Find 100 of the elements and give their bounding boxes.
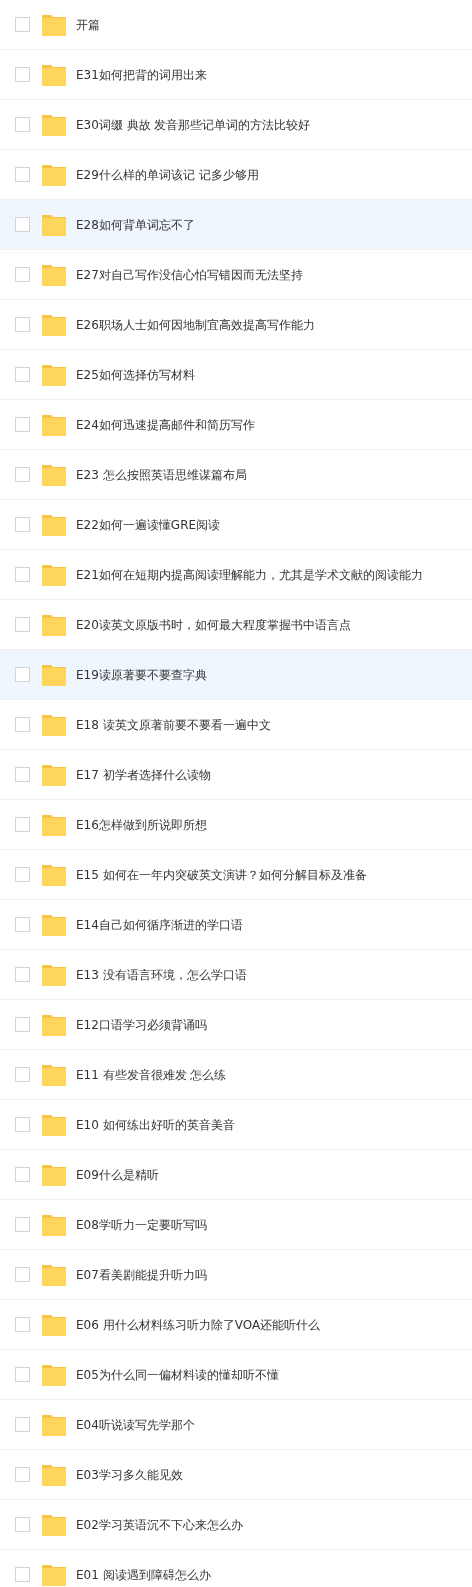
folder-name[interactable]: E27对自己写作没信心怕写错因而无法坚持 bbox=[76, 265, 303, 284]
checkbox[interactable] bbox=[15, 717, 30, 732]
checkbox[interactable] bbox=[15, 517, 30, 532]
file-row[interactable]: E24如何迅速提高邮件和简历写作 bbox=[0, 400, 472, 450]
checkbox[interactable] bbox=[15, 567, 30, 582]
folder-name[interactable]: E18 读英文原著前要不要看一遍中文 bbox=[76, 715, 271, 734]
file-row[interactable]: E03学习多久能见效 bbox=[0, 1450, 472, 1500]
checkbox[interactable] bbox=[15, 1067, 30, 1082]
folder-name[interactable]: E14自己如何循序渐进的学口语 bbox=[76, 915, 243, 934]
file-row[interactable]: E21如何在短期内提高阅读理解能力，尤其是学术文献的阅读能力 bbox=[0, 550, 472, 600]
file-row[interactable]: E07看美剧能提升听力吗 bbox=[0, 1250, 472, 1300]
file-row[interactable]: E23 怎么按照英语思维谋篇布局 bbox=[0, 450, 472, 500]
file-row[interactable]: E14自己如何循序渐进的学口语 bbox=[0, 900, 472, 950]
folder-icon bbox=[42, 513, 66, 536]
file-row[interactable]: E12口语学习必须背诵吗 bbox=[0, 1000, 472, 1050]
folder-name[interactable]: E07看美剧能提升听力吗 bbox=[76, 1265, 207, 1284]
file-row[interactable]: E11 有些发音很难发 怎么练 bbox=[0, 1050, 472, 1100]
folder-name[interactable]: E16怎样做到所说即所想 bbox=[76, 815, 207, 834]
folder-name[interactable]: E31如何把背的词用出来 bbox=[76, 65, 207, 84]
file-row[interactable]: E09什么是精听 bbox=[0, 1150, 472, 1200]
folder-name[interactable]: E23 怎么按照英语思维谋篇布局 bbox=[76, 465, 247, 484]
file-row[interactable]: E26职场人士如何因地制宜高效提高写作能力 bbox=[0, 300, 472, 350]
checkbox[interactable] bbox=[15, 1567, 30, 1582]
folder-name[interactable]: E28如何背单词忘不了 bbox=[76, 215, 195, 234]
folder-name[interactable]: E10 如何练出好听的英音美音 bbox=[76, 1115, 235, 1134]
file-row[interactable]: E10 如何练出好听的英音美音 bbox=[0, 1100, 472, 1150]
folder-name[interactable]: E02学习英语沉不下心来怎么办 bbox=[76, 1515, 243, 1534]
folder-name[interactable]: E01 阅读遇到障碍怎么办 bbox=[76, 1565, 211, 1584]
folder-icon bbox=[42, 713, 66, 736]
folder-name[interactable]: E06 用什么材料练习听力除了VOA还能听什么 bbox=[76, 1315, 321, 1334]
checkbox[interactable] bbox=[15, 867, 30, 882]
checkbox[interactable] bbox=[15, 417, 30, 432]
file-row[interactable]: E13 没有语言环境，怎么学口语 bbox=[0, 950, 472, 1000]
checkbox[interactable] bbox=[15, 467, 30, 482]
checkbox[interactable] bbox=[15, 1267, 30, 1282]
folder-name[interactable]: E04听说读写先学那个 bbox=[76, 1415, 195, 1434]
folder-name[interactable]: E22如何一遍读懂GRE阅读 bbox=[76, 515, 221, 534]
folder-name[interactable]: E29什么样的单词该记 记多少够用 bbox=[76, 165, 259, 184]
folder-name[interactable]: E03学习多久能见效 bbox=[76, 1465, 183, 1484]
file-row[interactable]: E19读原著要不要查字典 bbox=[0, 650, 472, 700]
file-row[interactable]: E15 如何在一年内突破英文演讲？如何分解目标及准备 bbox=[0, 850, 472, 900]
file-row[interactable]: E16怎样做到所说即所想 bbox=[0, 800, 472, 850]
checkbox[interactable] bbox=[15, 1417, 30, 1432]
folder-name[interactable]: E15 如何在一年内突破英文演讲？如何分解目标及准备 bbox=[76, 865, 367, 884]
folder-name[interactable]: E12口语学习必须背诵吗 bbox=[76, 1015, 207, 1034]
folder-name[interactable]: E30词缀 典故 发音那些记单词的方法比较好 bbox=[76, 115, 311, 134]
checkbox[interactable] bbox=[15, 617, 30, 632]
folder-name[interactable]: E08学听力一定要听写吗 bbox=[76, 1215, 207, 1234]
checkbox[interactable] bbox=[15, 67, 30, 82]
file-row[interactable]: E31如何把背的词用出来 bbox=[0, 50, 472, 100]
file-row[interactable]: E17 初学者选择什么读物 bbox=[0, 750, 472, 800]
checkbox[interactable] bbox=[15, 967, 30, 982]
file-row[interactable]: E30词缀 典故 发音那些记单词的方法比较好 bbox=[0, 100, 472, 150]
checkbox[interactable] bbox=[15, 917, 30, 932]
file-row[interactable]: E27对自己写作没信心怕写错因而无法坚持 bbox=[0, 250, 472, 300]
folder-name[interactable]: E19读原著要不要查字典 bbox=[76, 665, 207, 684]
file-row[interactable]: E25如何选择仿写材料 bbox=[0, 350, 472, 400]
folder-name[interactable]: E24如何迅速提高邮件和简历写作 bbox=[76, 415, 255, 434]
folder-icon bbox=[42, 563, 66, 586]
file-row[interactable]: E01 阅读遇到障碍怎么办 bbox=[0, 1550, 472, 1587]
folder-name[interactable]: E05为什么同一偏材料读的懂却听不懂 bbox=[76, 1365, 279, 1384]
folder-name[interactable]: E25如何选择仿写材料 bbox=[76, 365, 195, 384]
file-row[interactable]: E08学听力一定要听写吗 bbox=[0, 1200, 472, 1250]
file-row[interactable]: E05为什么同一偏材料读的懂却听不懂 bbox=[0, 1350, 472, 1400]
file-row[interactable]: E04听说读写先学那个 bbox=[0, 1400, 472, 1450]
folder-icon bbox=[42, 1313, 66, 1336]
checkbox[interactable] bbox=[15, 167, 30, 182]
folder-icon bbox=[42, 963, 66, 986]
checkbox[interactable] bbox=[15, 767, 30, 782]
checkbox[interactable] bbox=[15, 1217, 30, 1232]
file-row[interactable]: E02学习英语沉不下心来怎么办 bbox=[0, 1500, 472, 1550]
folder-name[interactable]: E26职场人士如何因地制宜高效提高写作能力 bbox=[76, 315, 315, 334]
file-row[interactable]: E06 用什么材料练习听力除了VOA还能听什么 bbox=[0, 1300, 472, 1350]
checkbox[interactable] bbox=[15, 217, 30, 232]
checkbox[interactable] bbox=[15, 1017, 30, 1032]
folder-name[interactable]: E09什么是精听 bbox=[76, 1165, 159, 1184]
folder-name[interactable]: E17 初学者选择什么读物 bbox=[76, 765, 211, 784]
file-row[interactable]: E18 读英文原著前要不要看一遍中文 bbox=[0, 700, 472, 750]
file-row[interactable]: E22如何一遍读懂GRE阅读 bbox=[0, 500, 472, 550]
checkbox[interactable] bbox=[15, 1117, 30, 1132]
folder-name[interactable]: E13 没有语言环境，怎么学口语 bbox=[76, 965, 247, 984]
checkbox[interactable] bbox=[15, 367, 30, 382]
folder-icon bbox=[42, 1413, 66, 1436]
checkbox[interactable] bbox=[15, 817, 30, 832]
checkbox[interactable] bbox=[15, 1517, 30, 1532]
file-row[interactable]: E28如何背单词忘不了 bbox=[0, 200, 472, 250]
folder-name[interactable]: 开篇 bbox=[76, 15, 100, 34]
checkbox[interactable] bbox=[15, 267, 30, 282]
checkbox[interactable] bbox=[15, 1167, 30, 1182]
checkbox[interactable] bbox=[15, 667, 30, 682]
checkbox[interactable] bbox=[15, 1367, 30, 1382]
checkbox[interactable] bbox=[15, 117, 30, 132]
checkbox[interactable] bbox=[15, 17, 30, 32]
folder-name[interactable]: E20读英文原版书时，如何最大程度掌握书中语言点 bbox=[76, 615, 351, 634]
checkbox[interactable] bbox=[15, 1317, 30, 1332]
folder-name[interactable]: E21如何在短期内提高阅读理解能力，尤其是学术文献的阅读能力 bbox=[76, 565, 423, 584]
file-row[interactable]: 开篇 bbox=[0, 0, 472, 50]
folder-name[interactable]: E11 有些发音很难发 怎么练 bbox=[76, 1065, 227, 1084]
checkbox[interactable] bbox=[15, 1467, 30, 1482]
checkbox[interactable] bbox=[15, 317, 30, 332]
